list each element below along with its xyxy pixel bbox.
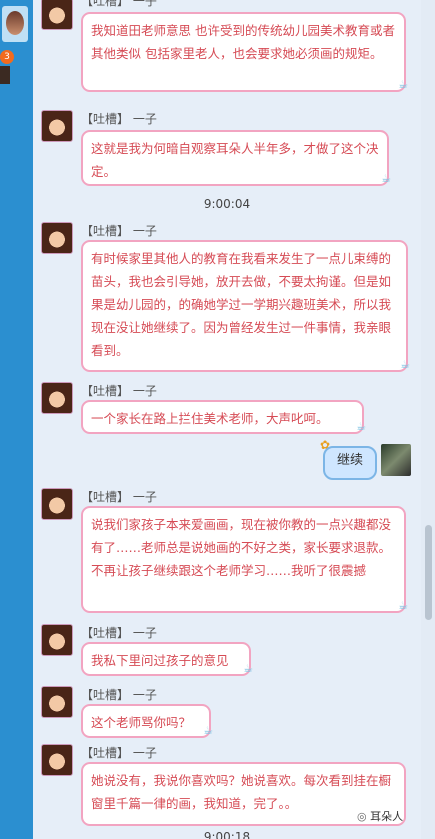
sender-name: 【吐槽】 一子 — [81, 626, 157, 640]
message-bubble: 有时候家里其他人的教育在我看来发生了一点儿束缚的苗头，我也会引导她，放开去做，不… — [81, 240, 410, 372]
avatar[interactable] — [41, 110, 73, 142]
chat-panel: 【吐槽】 一子 我知道田老师意思 也许受到的传统幼儿园美术教育或者其他类似 包括… — [33, 0, 421, 839]
sender-name: 【吐槽】 一子 — [81, 112, 157, 126]
cup-icon: ☕ — [203, 724, 213, 737]
timestamp: 9:00:04 — [203, 197, 251, 211]
message-bubble: 这个老师骂你吗？ ☕ — [81, 704, 213, 738]
message-text: 这个老师骂你吗？ — [91, 715, 192, 730]
avatar[interactable] — [41, 744, 73, 776]
scrollbar-thumb[interactable] — [425, 525, 432, 620]
avatar[interactable] — [41, 222, 73, 254]
message-bubble: 我知道田老师意思 也许受到的传统幼儿园美术教育或者其他类似 包括家里老人，也会要… — [81, 12, 408, 92]
message-text: 她说没有，我说你喜欢吗？她说喜欢。每次看到挂在橱窗里千篇一律的画，我知道，完了。… — [91, 773, 392, 811]
message-bubble: 一个家长在路上拦住美术老师，大声叱呵。 ☕ — [81, 400, 366, 434]
avatar[interactable] — [41, 488, 73, 520]
cup-icon: ☕ — [398, 599, 408, 612]
cup-icon: ☕ — [398, 78, 408, 91]
sender-name: 【吐槽】 一子 — [81, 490, 157, 504]
message-text: 我私下里问过孩子的意见 — [91, 653, 229, 668]
reply-text: 继续 — [336, 453, 363, 468]
message-text: 这就是我为何暗自观察耳朵人半年多，才做了这个决定。 — [91, 141, 379, 179]
sender-name: 【吐槽】 一子 — [81, 0, 157, 8]
message-text: 说我们家孩子本来爱画画，现在被你教的一点兴趣都没有了……老师总是说她画的不好之类… — [91, 517, 392, 578]
timestamp: 9:00:18 — [203, 830, 251, 839]
sender-name: 【吐槽】 一子 — [81, 746, 157, 760]
message-bubble: 我私下里问过孩子的意见 ☕ — [81, 642, 253, 676]
unread-badge: 3 — [0, 50, 14, 64]
watermark-text: 耳朵人 — [370, 810, 404, 823]
cup-icon: ☕ — [400, 358, 410, 371]
left-rail: 3 — [0, 0, 33, 839]
cup-icon: ☕ — [243, 662, 253, 675]
watermark: ◎ 耳朵人 — [357, 808, 403, 824]
rail-avatar[interactable] — [2, 6, 28, 42]
sender-name: 【吐槽】 一子 — [81, 688, 157, 702]
my-avatar[interactable] — [381, 444, 411, 476]
reply-bubble: 继续 — [323, 446, 377, 480]
avatar[interactable] — [41, 0, 73, 30]
cup-icon: ☕ — [356, 420, 366, 433]
cup-icon: ☕ — [381, 172, 391, 185]
avatar[interactable] — [41, 624, 73, 656]
sender-name: 【吐槽】 一子 — [81, 384, 157, 398]
avatar[interactable] — [41, 686, 73, 718]
message-text: 一个家长在路上拦住美术老师，大声叱呵。 — [91, 411, 329, 426]
rail-avatar-secondary[interactable] — [0, 66, 10, 84]
message-text: 我知道田老师意思 也许受到的传统幼儿园美术教育或者其他类似 包括家里老人，也会要… — [91, 23, 395, 61]
message-bubble: 这就是我为何暗自观察耳朵人半年多，才做了这个决定。 ☕ — [81, 130, 391, 186]
avatar[interactable] — [41, 382, 73, 414]
wechat-icon: ◎ — [357, 810, 367, 823]
scrollbar[interactable] — [421, 0, 435, 839]
message-bubble: 说我们家孩子本来爱画画，现在被你教的一点兴趣都没有了……老师总是说她画的不好之类… — [81, 506, 408, 613]
sender-name: 【吐槽】 一子 — [81, 224, 157, 238]
message-text: 有时候家里其他人的教育在我看来发生了一点儿束缚的苗头，我也会引导她，放开去做，不… — [91, 251, 392, 358]
